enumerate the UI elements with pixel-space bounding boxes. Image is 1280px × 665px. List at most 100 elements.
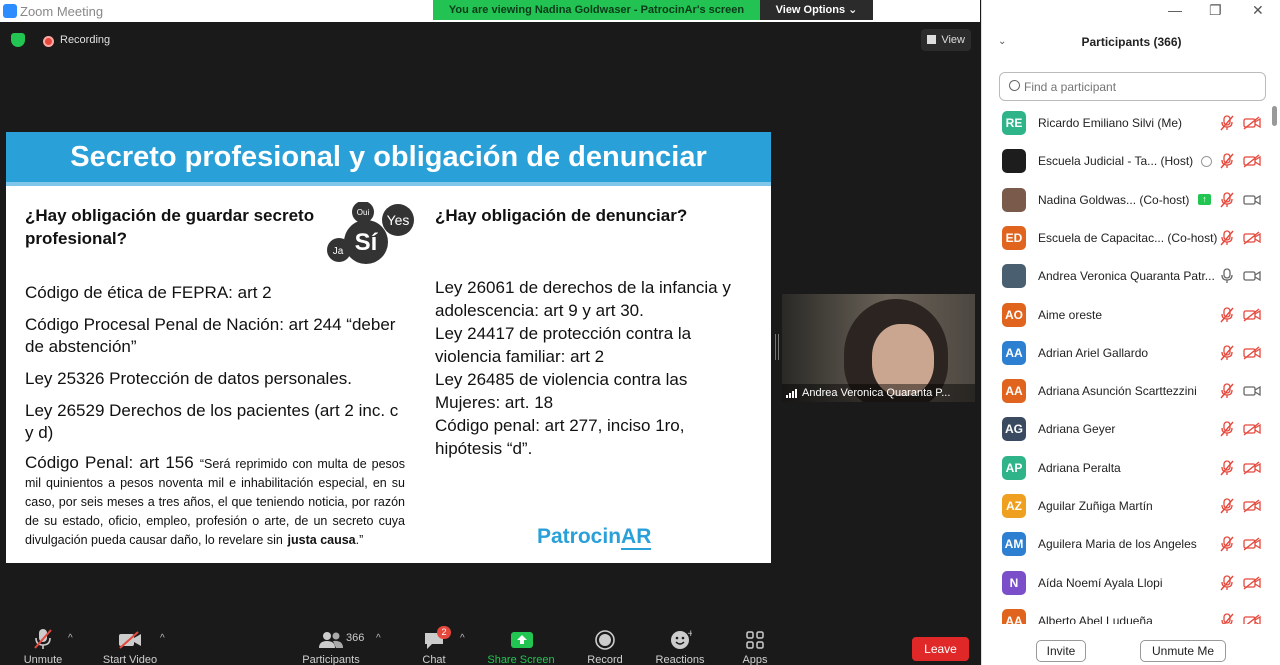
- unmute-button[interactable]: Unmute: [17, 654, 69, 665]
- video-caret-icon[interactable]: ^: [160, 633, 165, 644]
- participant-row[interactable]: AA Adrian Ariel Gallardo: [982, 334, 1272, 372]
- share-screen-button[interactable]: Share Screen: [485, 654, 557, 665]
- participant-row[interactable]: Nadina Goldwas... (Co-host) ↑: [982, 181, 1272, 219]
- avatar: AZ: [1002, 494, 1026, 518]
- record-icon[interactable]: [595, 630, 615, 650]
- participant-row[interactable]: AZ Aguilar Zuñiga Martín: [982, 487, 1272, 525]
- video-off-icon[interactable]: [1243, 499, 1261, 513]
- participants-button[interactable]: Participants: [298, 654, 364, 665]
- participant-list-scrollbar[interactable]: [1272, 106, 1277, 126]
- chat-button[interactable]: Chat: [418, 654, 450, 665]
- security-shield-icon[interactable]: [11, 33, 25, 47]
- avatar: RE: [1002, 111, 1026, 135]
- participant-name: Adriana Asunción Scarttezzini: [1038, 384, 1197, 399]
- unmute-caret-icon[interactable]: ^: [68, 633, 73, 644]
- participant-row[interactable]: N Aída Noemí Ayala Llopi: [982, 564, 1272, 602]
- mic-muted-icon[interactable]: [1220, 421, 1234, 437]
- slide-title: Secreto profesional y obligación de denu…: [70, 141, 707, 173]
- mic-muted-icon[interactable]: [1220, 460, 1234, 476]
- start-video-button[interactable]: Start Video: [98, 654, 162, 665]
- close-icon[interactable]: ✕: [1252, 2, 1264, 19]
- mic-on-icon[interactable]: [1220, 268, 1234, 284]
- view-options-button[interactable]: View Options ⌄: [760, 0, 873, 20]
- title-bar: Zoom Meeting You are viewing Nadina Gold…: [0, 0, 980, 22]
- participant-row[interactable]: Andrea Veronica Quaranta Patr...: [982, 257, 1272, 295]
- participant-row[interactable]: AO Aime oreste: [982, 296, 1272, 334]
- search-input[interactable]: [1024, 78, 1254, 95]
- reactions-button[interactable]: Reactions: [652, 654, 708, 665]
- participant-name: Aída Noemí Ayala Llopi: [1038, 575, 1163, 590]
- penal-end: .”: [355, 533, 364, 547]
- participants-count: 366: [346, 632, 365, 644]
- chat-caret-icon[interactable]: ^: [460, 633, 465, 644]
- mic-muted-icon[interactable]: [1220, 613, 1234, 624]
- participant-list[interactable]: RE Ricardo Emiliano Silvi (Me) Escuela Jud…: [982, 104, 1272, 624]
- participant-row[interactable]: RE Ricardo Emiliano Silvi (Me): [982, 104, 1272, 142]
- video-off-icon[interactable]: [1243, 154, 1261, 168]
- invite-button[interactable]: Invite: [1036, 640, 1086, 662]
- participants-icon[interactable]: [318, 631, 344, 649]
- record-button[interactable]: Record: [583, 654, 627, 665]
- video-on-icon[interactable]: [1243, 193, 1261, 207]
- participant-row[interactable]: Escuela Judicial - Ta... (Host): [982, 142, 1272, 180]
- mic-muted-icon[interactable]: [1220, 191, 1234, 208]
- recording-icon: [43, 36, 54, 47]
- mic-muted-icon[interactable]: [1220, 574, 1234, 591]
- video-off-icon[interactable]: [1243, 346, 1261, 360]
- video-off-icon[interactable]: [1243, 422, 1261, 436]
- video-off-icon[interactable]: [1243, 614, 1261, 624]
- mic-muted-icon[interactable]: [1220, 498, 1234, 514]
- participant-name: Nadina Goldwas... (Co-host): [1038, 192, 1190, 207]
- mic-muted-icon[interactable]: [1220, 115, 1234, 131]
- participants-panel: — ❐ ✕ ⌄ Participants (366) RERicardo Emi…: [981, 0, 1280, 665]
- minimize-icon[interactable]: —: [1168, 2, 1182, 18]
- window-title: Zoom Meeting: [20, 4, 104, 19]
- video-off-icon[interactable]: [1243, 116, 1261, 130]
- reactions-icon[interactable]: +: [670, 629, 692, 650]
- mic-muted-icon[interactable]: [33, 628, 53, 650]
- video-off-icon[interactable]: [1243, 307, 1261, 322]
- video-on-icon[interactable]: [1243, 384, 1261, 398]
- mic-muted-icon[interactable]: [1220, 345, 1234, 361]
- bubble-oui-text: Oui: [357, 208, 370, 217]
- participant-search[interactable]: [999, 72, 1266, 101]
- recording-indicator-icon: [1201, 156, 1212, 168]
- patrocinar-logo: PatrocinAR: [537, 525, 652, 550]
- share-screen-icon[interactable]: [510, 630, 534, 650]
- webcam-tile[interactable]: Andrea Veronica Quaranta P...: [782, 294, 975, 402]
- video-on-icon[interactable]: [1243, 269, 1261, 283]
- meeting-toolbar: ^ Unmute ^ Start Video 366 ^ Participant…: [0, 600, 980, 665]
- view-button[interactable]: View: [921, 29, 971, 51]
- maximize-icon[interactable]: ❐: [1209, 2, 1222, 19]
- mic-muted-icon[interactable]: [1220, 153, 1234, 169]
- leave-button[interactable]: Leave: [912, 637, 969, 661]
- mic-muted-icon[interactable]: [1220, 383, 1234, 399]
- participant-row[interactable]: AA Adriana Asunción Scarttezzini: [982, 372, 1272, 410]
- participant-name: Alberto Abel Ludueña: [1038, 613, 1153, 624]
- participant-row[interactable]: AM Aguilera Maria de los Angeles: [982, 525, 1272, 563]
- unmute-me-button[interactable]: Unmute Me: [1140, 640, 1226, 662]
- apps-icon[interactable]: [746, 631, 764, 649]
- right-law-list: Ley 26061 de derechos de la infancia y a…: [435, 276, 755, 460]
- mic-muted-icon[interactable]: [1220, 306, 1234, 323]
- video-off-icon[interactable]: [1243, 461, 1261, 475]
- participant-row[interactable]: AA Alberto Abel Ludueña: [982, 602, 1272, 624]
- apps-button[interactable]: Apps: [735, 654, 775, 665]
- participants-caret-icon[interactable]: ^: [376, 633, 381, 644]
- participant-name: Aguilera Maria de los Angeles: [1038, 537, 1197, 552]
- mic-muted-icon[interactable]: [1220, 536, 1234, 552]
- participant-row[interactable]: ED Escuela de Capacitac... (Co-host): [982, 219, 1272, 257]
- video-off-icon[interactable]: [1243, 231, 1261, 245]
- video-off-icon[interactable]: [1243, 537, 1261, 551]
- meeting-area: Recording View Secreto profesional y obl…: [0, 22, 980, 665]
- list-item: Ley 26529 Derechos de los pacientes (art…: [25, 401, 399, 442]
- avatar: [1002, 187, 1026, 212]
- participant-row[interactable]: AG Adriana Geyer: [982, 410, 1272, 448]
- split-handle[interactable]: [775, 334, 779, 360]
- video-off-icon[interactable]: [1243, 576, 1261, 590]
- video-off-icon[interactable]: [118, 631, 142, 649]
- shared-slide: Secreto profesional y obligación de denu…: [6, 132, 771, 563]
- avatar: AO: [1002, 302, 1026, 327]
- mic-muted-icon[interactable]: [1220, 230, 1234, 246]
- participant-row[interactable]: AP Adriana Peralta: [982, 449, 1272, 487]
